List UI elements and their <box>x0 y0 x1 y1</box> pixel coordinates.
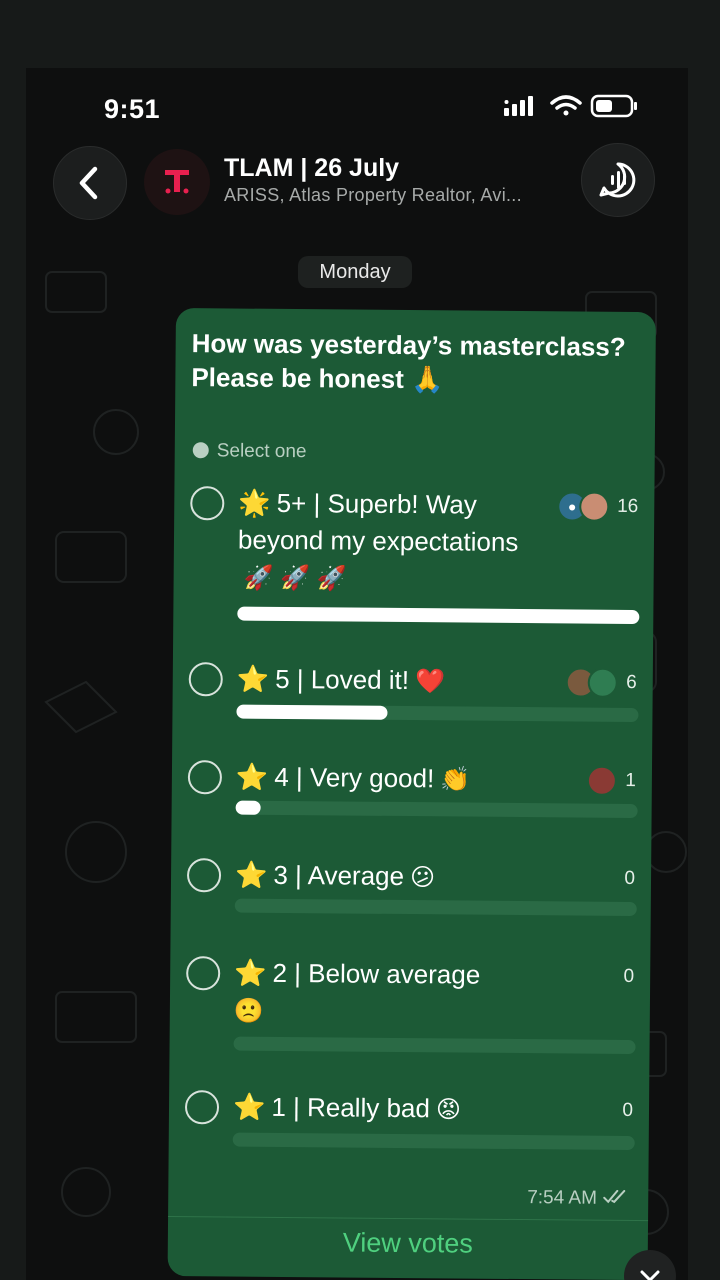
voter-avatars[interactable]: ● 16 <box>557 491 639 522</box>
select-hint-text: Select one <box>216 440 307 463</box>
frowning-face-emoji: 🙁 <box>233 997 264 1025</box>
poll-option[interactable]: ⭐ 5 | Loved it! ❤️ 6 <box>188 660 639 723</box>
voter-avatars[interactable]: 0 <box>615 962 635 992</box>
vote-count: 6 <box>626 671 637 694</box>
voter-avatar <box>588 667 619 698</box>
option-label: ⭐ 5 | Loved it! ❤️ <box>236 663 446 696</box>
radio-button[interactable] <box>188 662 223 697</box>
voter-avatars[interactable]: 1 <box>587 765 636 796</box>
vote-bar-fill <box>237 606 640 625</box>
option-label: ⭐ 1 | Really bad 😡 <box>232 1091 462 1124</box>
angry-face-emoji: 😡 <box>435 1096 462 1124</box>
rocket-emoji: 🚀 🚀 🚀 <box>243 564 347 593</box>
back-chevron-icon <box>79 166 98 200</box>
voter-avatars[interactable]: 6 <box>566 667 637 698</box>
scroll-to-bottom-button[interactable] <box>624 1250 676 1280</box>
poll-question: How was yesterday’s masterclass? Please … <box>191 328 626 395</box>
glowing-star-icon: 🌟 <box>238 487 271 518</box>
poll-option[interactable]: ⭐ 2 | Below average 🙁 0 <box>186 954 636 1055</box>
star-icon: ⭐ <box>232 1091 266 1122</box>
group-logo <box>165 170 189 194</box>
voter-avatar <box>587 765 618 796</box>
view-votes-button[interactable]: View votes <box>168 1226 648 1261</box>
bubble-divider <box>168 1215 649 1222</box>
vote-bar-fill <box>236 704 388 720</box>
poll-option[interactable]: ⭐ 1 | Really bad 😡 0 <box>184 1088 635 1151</box>
vote-bar-fill <box>235 800 261 815</box>
poll-message[interactable]: How was yesterday’s masterclass? Please … <box>167 308 656 1280</box>
back-button[interactable] <box>53 146 127 220</box>
vote-bar <box>237 606 640 625</box>
chat-title[interactable]: TLAM | 26 July <box>224 154 399 183</box>
vote-bar <box>236 704 639 723</box>
heart-emoji: ❤️ <box>414 668 446 696</box>
select-hint: Select one <box>192 440 307 463</box>
radio-button[interactable] <box>184 1090 220 1125</box>
option-label: ⭐ 2 | Below average 🙁 <box>233 957 481 1025</box>
vote-count: 1 <box>625 769 636 792</box>
poll-option[interactable]: ⭐ 4 | Very good! 👏 1 <box>187 758 638 819</box>
star-icon: ⭐ <box>235 761 269 792</box>
battery-icon <box>590 94 637 118</box>
vote-count: 0 <box>622 1099 634 1122</box>
option-label: 🌟 5+ | Superb! Way beyond my expectations… <box>237 487 519 593</box>
radio-button[interactable] <box>190 486 225 521</box>
voice-chat-icon <box>599 162 636 198</box>
signal-icon <box>504 96 533 116</box>
group-avatar[interactable] <box>144 149 210 215</box>
vote-count: 16 <box>617 495 639 518</box>
check-circle-icon <box>192 442 209 459</box>
poll-option[interactable]: 🌟 5+ | Superb! Way beyond my expectations… <box>190 484 640 625</box>
chat-subtitle[interactable]: ARISS, Atlas Property Realtor, Avi... <box>224 185 522 206</box>
star-icon: ⭐ <box>234 957 267 988</box>
vote-bar <box>233 1036 636 1055</box>
chevron-down-icon <box>640 1270 660 1280</box>
vote-bar <box>232 1132 635 1151</box>
vote-bar <box>234 898 637 917</box>
radio-button[interactable] <box>186 858 222 893</box>
voter-avatar <box>579 491 610 522</box>
voice-chat-button[interactable] <box>581 143 655 217</box>
star-icon: ⭐ <box>234 859 268 890</box>
status-icons <box>504 94 637 118</box>
star-icon: ⭐ <box>236 663 270 694</box>
message-timestamp: 7:54 AM <box>527 1187 628 1210</box>
confused-face-emoji: 😕 <box>409 864 436 892</box>
vote-count: 0 <box>624 867 636 890</box>
double-check-icon <box>603 1189 626 1204</box>
status-time: 9:51 <box>104 94 161 124</box>
radio-button[interactable] <box>186 956 221 991</box>
date-divider: Monday <box>298 256 412 288</box>
wifi-icon <box>550 95 582 116</box>
vote-bar <box>235 800 638 819</box>
voter-avatars[interactable]: 0 <box>614 1096 633 1126</box>
radio-button[interactable] <box>187 760 223 795</box>
clapping-emoji: 👏 <box>440 766 471 794</box>
voter-avatars[interactable]: 0 <box>616 864 635 894</box>
option-label: ⭐ 3 | Average 😕 <box>234 859 436 892</box>
option-label: ⭐ 4 | Very good! 👏 <box>235 761 471 794</box>
poll-option[interactable]: ⭐ 3 | Average 😕 0 <box>186 856 637 917</box>
phone-screen: 9:51 TLAM | 26 July ARISS, Atlas Propert… <box>26 68 688 1280</box>
vote-count: 0 <box>623 965 635 988</box>
